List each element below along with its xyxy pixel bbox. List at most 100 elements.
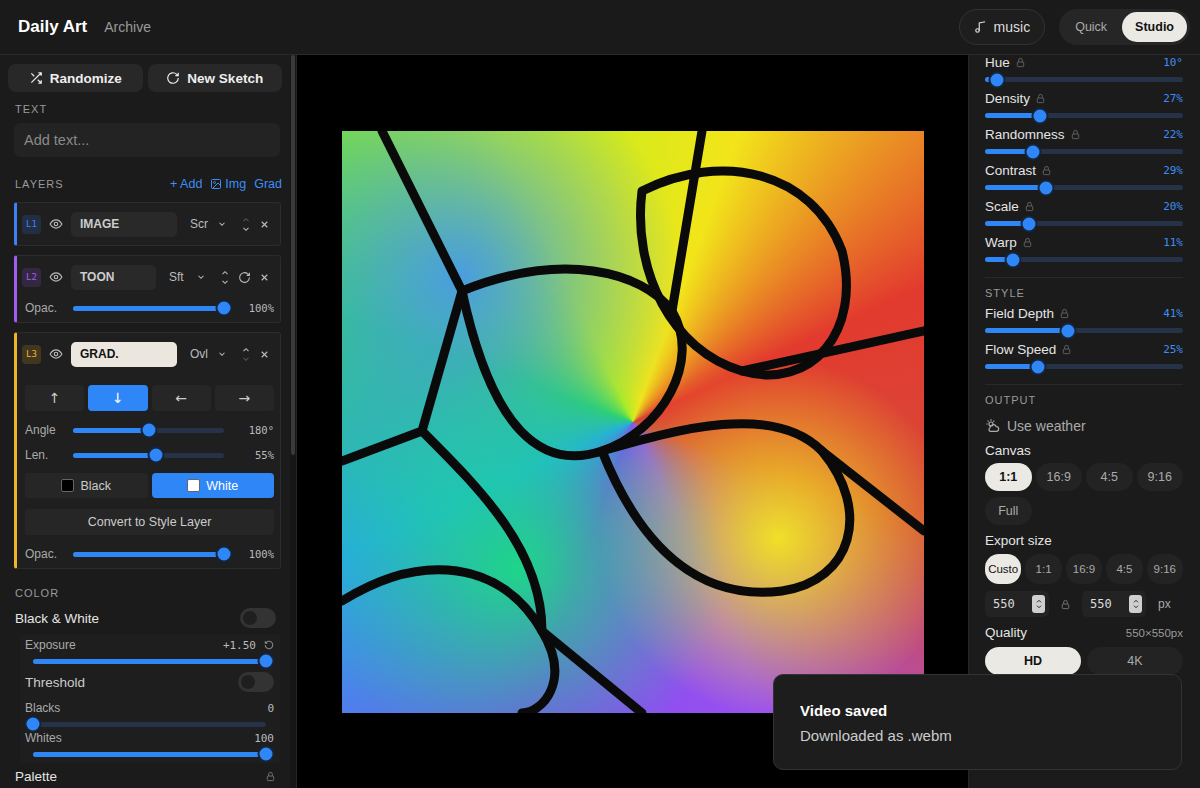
- slider-track[interactable]: [985, 113, 1183, 118]
- slider-knob[interactable]: [1020, 215, 1037, 232]
- export-option[interactable]: 9:16: [1147, 554, 1183, 584]
- slider-track[interactable]: [985, 185, 1183, 190]
- slider-knob[interactable]: [148, 447, 165, 464]
- reset-icon[interactable]: [264, 640, 274, 650]
- archive-link[interactable]: Archive: [104, 19, 151, 35]
- text-input[interactable]: [14, 123, 280, 157]
- slider-knob[interactable]: [258, 746, 275, 763]
- layer-name[interactable]: GRAD.: [71, 342, 177, 367]
- lock-icon[interactable]: [265, 771, 276, 782]
- lock-icon[interactable]: [1024, 201, 1035, 212]
- chevron-down-icon[interactable]: [220, 278, 230, 287]
- color-option[interactable]: Black: [25, 473, 148, 498]
- action-button[interactable]: Randomize: [8, 64, 143, 92]
- lock-icon[interactable]: [1070, 129, 1081, 140]
- threshold-toggle[interactable]: [238, 672, 274, 692]
- close-icon[interactable]: [259, 349, 270, 360]
- close-icon[interactable]: [259, 219, 270, 230]
- chevron-up-icon[interactable]: [241, 345, 251, 354]
- blend-select[interactable]: Sft: [164, 265, 212, 290]
- slider-knob[interactable]: [1004, 251, 1021, 268]
- mode-option[interactable]: Studio: [1122, 12, 1187, 42]
- slider-knob[interactable]: [1038, 179, 1055, 196]
- chevron-down-icon[interactable]: [241, 225, 251, 234]
- canvas-option[interactable]: 16:9: [1036, 463, 1083, 491]
- quality-options: HD4K: [985, 647, 1183, 675]
- slider-track[interactable]: [73, 306, 224, 311]
- slider-track[interactable]: [985, 221, 1183, 226]
- refresh-icon[interactable]: [238, 271, 251, 284]
- close-icon[interactable]: [259, 272, 270, 283]
- lock-icon[interactable]: [1061, 344, 1072, 355]
- slider-knob[interactable]: [1032, 107, 1049, 124]
- chevron-down-icon[interactable]: [241, 355, 251, 364]
- mode-option[interactable]: Quick: [1062, 12, 1120, 42]
- lock-icon[interactable]: [1035, 93, 1046, 104]
- color-option[interactable]: White: [152, 473, 275, 498]
- quality-option[interactable]: 4K: [1087, 647, 1183, 675]
- direction-button[interactable]: ←: [152, 385, 211, 411]
- blend-select[interactable]: Ovl: [185, 342, 233, 367]
- width-input[interactable]: 550: [985, 591, 1049, 617]
- weather-option[interactable]: Use weather: [985, 417, 1183, 435]
- canvas-option[interactable]: 9:16: [1137, 463, 1184, 491]
- canvas-option[interactable]: Full: [985, 497, 1032, 525]
- slider-track[interactable]: [985, 257, 1183, 262]
- slider-track[interactable]: [985, 328, 1183, 333]
- slider-knob[interactable]: [1024, 143, 1041, 160]
- export-option[interactable]: Custo: [985, 554, 1021, 584]
- slider-track[interactable]: [985, 149, 1183, 154]
- layer-add-button[interactable]: + Add: [170, 177, 202, 191]
- scrollbar[interactable]: [290, 55, 297, 788]
- eye-icon[interactable]: [49, 270, 63, 284]
- spinner-icon[interactable]: [1032, 595, 1045, 613]
- aspect-lock-icon[interactable]: [1060, 599, 1071, 610]
- chevron-up-icon[interactable]: [220, 268, 230, 277]
- lock-icon[interactable]: [1041, 165, 1052, 176]
- layer-name[interactable]: TOON: [71, 265, 156, 290]
- export-option[interactable]: 1:1: [1025, 554, 1061, 584]
- slider-knob[interactable]: [25, 716, 42, 733]
- slider-knob[interactable]: [216, 300, 233, 317]
- slider-knob[interactable]: [1030, 358, 1047, 375]
- logo[interactable]: Daily Art: [18, 17, 87, 37]
- lock-icon[interactable]: [1015, 57, 1026, 68]
- action-button[interactable]: New Sketch: [148, 64, 283, 92]
- height-input[interactable]: 550: [1082, 591, 1146, 617]
- export-option[interactable]: 16:9: [1066, 554, 1102, 584]
- music-button[interactable]: music: [959, 9, 1046, 45]
- slider-track[interactable]: [73, 552, 224, 557]
- lock-icon[interactable]: [1059, 308, 1070, 319]
- direction-button[interactable]: ↓: [88, 385, 147, 411]
- layer-add-button[interactable]: Grad: [254, 177, 282, 191]
- direction-button[interactable]: ↑: [25, 385, 84, 411]
- slider-knob[interactable]: [140, 422, 157, 439]
- slider-knob[interactable]: [988, 71, 1005, 88]
- slider-track[interactable]: [73, 428, 224, 433]
- eye-icon[interactable]: [49, 347, 63, 361]
- slider-knob[interactable]: [1060, 322, 1077, 339]
- bw-toggle[interactable]: [240, 608, 276, 628]
- export-option[interactable]: 4:5: [1106, 554, 1142, 584]
- quality-option[interactable]: HD: [985, 647, 1081, 675]
- slider-track[interactable]: [33, 659, 266, 664]
- layer-name[interactable]: IMAGE: [71, 212, 177, 237]
- slider-track[interactable]: [33, 722, 266, 727]
- slider-knob[interactable]: [258, 653, 275, 670]
- layer-add-button[interactable]: Img: [210, 177, 246, 191]
- slider-track[interactable]: [73, 453, 224, 458]
- lock-icon[interactable]: [1022, 237, 1033, 248]
- slider-track[interactable]: [33, 752, 266, 757]
- slider-track[interactable]: [985, 77, 1183, 82]
- convert-button[interactable]: Convert to Style Layer: [25, 509, 274, 535]
- blend-select[interactable]: Scr: [185, 212, 233, 237]
- scrollbar-thumb[interactable]: [291, 55, 295, 455]
- eye-icon[interactable]: [49, 217, 63, 231]
- slider-knob[interactable]: [216, 546, 233, 563]
- canvas-option[interactable]: 1:1: [985, 463, 1032, 491]
- chevron-up-icon[interactable]: [241, 215, 251, 224]
- spinner-icon[interactable]: [1129, 595, 1142, 613]
- slider-track[interactable]: [985, 364, 1183, 369]
- canvas-option[interactable]: 4:5: [1086, 463, 1133, 491]
- direction-button[interactable]: →: [215, 385, 274, 411]
